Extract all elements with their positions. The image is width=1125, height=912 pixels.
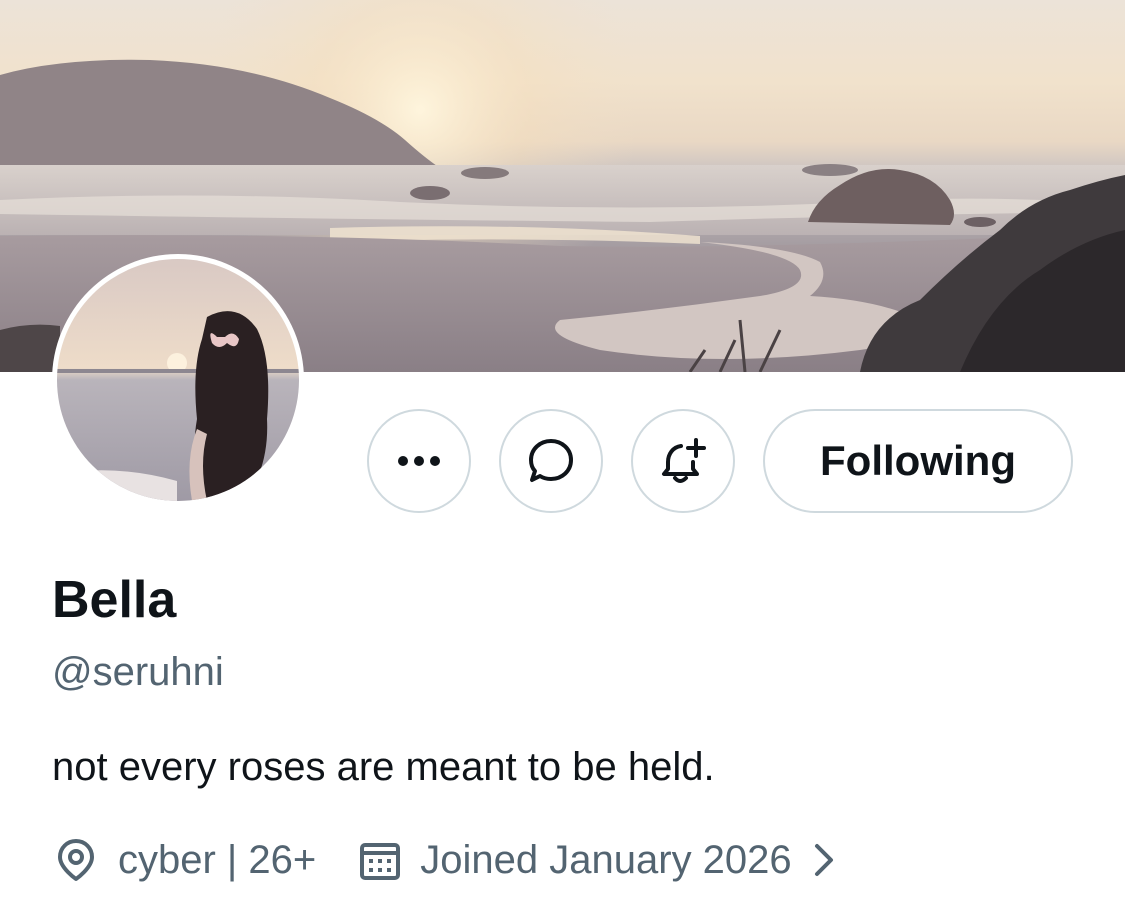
notify-button[interactable] [631,409,735,513]
profile-handle: @seruhni [52,650,224,694]
profile-name: Bella [52,571,177,629]
location-pin-icon [52,836,100,884]
avatar[interactable] [52,254,304,506]
following-button[interactable]: Following [763,409,1073,513]
message-button[interactable] [499,409,603,513]
avatar-image [57,259,299,501]
chat-bubble-icon [529,439,573,482]
more-button[interactable] [367,409,471,513]
ellipsis-icon [398,456,440,466]
profile-bio: not every roses are meant to be held. [52,745,715,789]
profile-meta: cyber | 26+ Joined January 2026 [52,830,842,890]
profile-joined-link[interactable]: Joined January 2026 [420,836,791,884]
chevron-right-icon[interactable] [806,838,842,882]
calendar-icon [358,838,402,882]
profile-location: cyber | 26+ [118,838,317,882]
following-button-label: Following [820,437,1016,484]
bell-plus-icon [662,438,706,483]
